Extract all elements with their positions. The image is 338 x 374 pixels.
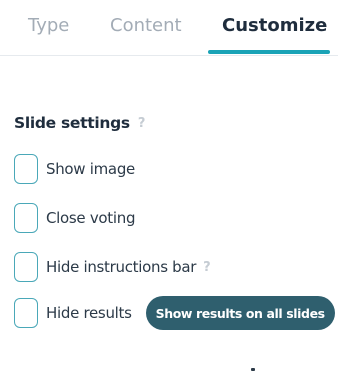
option-show-image[interactable]: Show image: [14, 152, 135, 186]
hide-instructions-bar-label: Hide instructions bar: [46, 258, 197, 276]
slide-settings-title: Slide settings: [14, 114, 130, 132]
hide-instructions-bar-checkbox[interactable]: [14, 252, 38, 282]
hide-results-label: Hide results: [46, 304, 132, 322]
option-hide-instructions-bar[interactable]: Hide instructions bar ?: [14, 250, 211, 284]
active-tab-indicator: [208, 50, 330, 54]
slide-settings-heading: Slide settings ?: [14, 114, 145, 132]
close-voting-label: Close voting: [46, 209, 136, 227]
show-results-on-all-slides-button[interactable]: Show results on all slides: [145, 296, 335, 330]
show-image-label: Show image: [46, 160, 135, 178]
tab-bar: Type Content Customize: [0, 0, 338, 56]
hide-results-checkbox[interactable]: [14, 298, 38, 328]
cursor-icon: [251, 368, 255, 371]
close-voting-checkbox[interactable]: [14, 203, 38, 233]
customize-panel: Type Content Customize Slide settings ? …: [0, 0, 338, 374]
help-icon[interactable]: ?: [203, 260, 211, 275]
tab-content[interactable]: Content: [110, 12, 182, 40]
help-icon[interactable]: ?: [138, 116, 146, 131]
option-hide-results[interactable]: Hide results Show results on all slides: [14, 296, 335, 330]
show-image-checkbox[interactable]: [14, 154, 38, 184]
tab-type[interactable]: Type: [28, 12, 69, 40]
option-close-voting[interactable]: Close voting: [14, 201, 135, 235]
tab-customize[interactable]: Customize: [222, 12, 327, 40]
